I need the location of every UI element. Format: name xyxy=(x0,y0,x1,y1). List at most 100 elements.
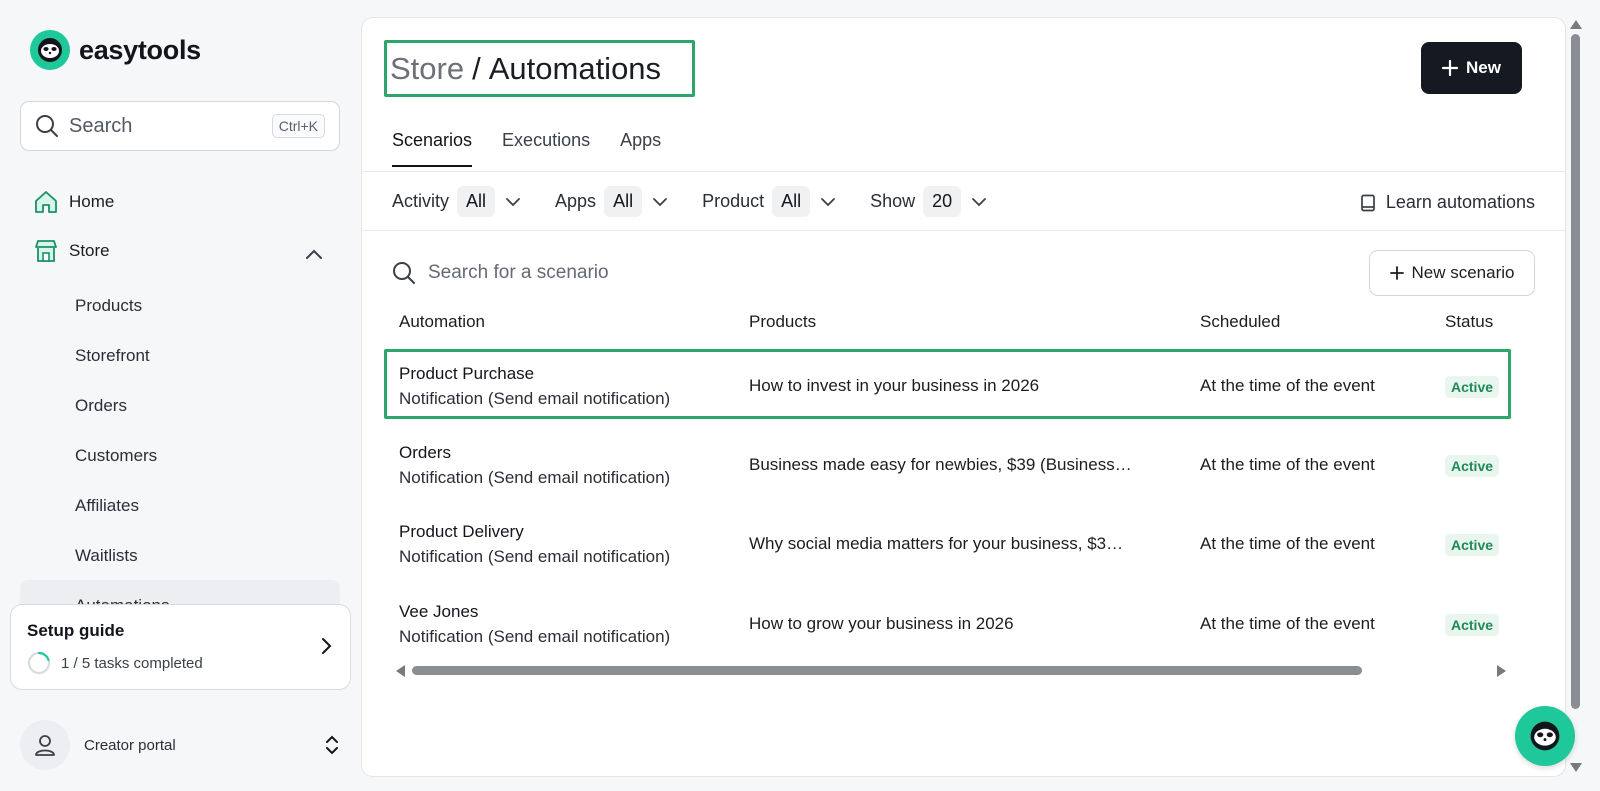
vertical-scroll-thumb[interactable] xyxy=(1571,34,1580,709)
sidebar-item-label: Store xyxy=(69,241,110,260)
tab-apps[interactable]: Apps xyxy=(620,130,661,167)
filter-apps[interactable]: Apps All xyxy=(555,186,668,217)
chat-support-button[interactable] xyxy=(1515,706,1575,766)
scroll-right-arrow-icon[interactable] xyxy=(1497,665,1506,677)
new-button-label: New xyxy=(1466,58,1501,77)
sloth-logo-icon xyxy=(30,30,70,70)
new-button[interactable]: New xyxy=(1421,42,1522,94)
product-cell: How to invest in your business in 2026 xyxy=(749,376,1040,395)
search-input[interactable]: Search Ctrl+K xyxy=(20,101,340,151)
vertical-scrollbar[interactable] xyxy=(1567,20,1585,772)
scenario-search-input[interactable]: Search for a scenario xyxy=(392,261,609,285)
automation-title: Orders xyxy=(399,443,451,462)
column-header-automation: Automation xyxy=(399,312,485,331)
setup-guide-card[interactable]: Setup guide 1 / 5 tasks completed xyxy=(10,604,351,690)
scenario-search-placeholder: Search for a scenario xyxy=(428,262,609,283)
breadcrumb-current: Automations xyxy=(488,50,662,86)
sidebar-item-store[interactable]: Store xyxy=(33,238,110,264)
filter-activity[interactable]: Activity All xyxy=(392,186,521,217)
setup-guide-title: Setup guide xyxy=(27,621,125,640)
table-row[interactable]: Product Purchase Notification (Send emai… xyxy=(384,349,1511,419)
chevron-up-icon[interactable] xyxy=(305,248,323,260)
automation-title: Vee Jones xyxy=(399,602,479,621)
filter-value: All xyxy=(772,186,811,217)
search-icon xyxy=(393,262,415,284)
sidebar-item-affiliates[interactable]: Affiliates xyxy=(75,496,139,516)
sidebar-item-orders[interactable]: Orders xyxy=(75,396,127,416)
sidebar-item-products[interactable]: Products xyxy=(75,296,142,316)
sidebar: easytools Search Ctrl+K Home Store Produ… xyxy=(0,0,355,791)
breadcrumb-store[interactable]: Store xyxy=(390,51,464,87)
table-row[interactable]: Orders Notification (Send email notifica… xyxy=(384,431,1511,501)
book-icon xyxy=(1361,194,1375,211)
scheduled-cell: At the time of the event xyxy=(1200,376,1375,395)
automation-title: Product Delivery xyxy=(399,522,524,541)
horizontal-scrollbar[interactable] xyxy=(396,664,1506,678)
sidebar-item-label: Home xyxy=(69,192,115,211)
automation-subtitle: Notification (Send email notification) xyxy=(399,627,671,646)
new-scenario-button[interactable]: New scenario xyxy=(1369,250,1535,296)
filter-label: Product xyxy=(702,191,765,211)
tab-scenarios[interactable]: Scenarios xyxy=(392,130,473,167)
status-badge: Active xyxy=(1445,614,1500,636)
user-icon xyxy=(35,735,55,756)
scheduled-cell: At the time of the event xyxy=(1200,534,1375,553)
progress-ring-icon xyxy=(27,651,51,675)
filter-label: Apps xyxy=(555,191,597,211)
home-icon xyxy=(35,191,57,213)
automation-subtitle: Notification (Send email notification) xyxy=(399,468,671,487)
chevron-down-icon xyxy=(506,197,520,206)
scheduled-cell: At the time of the event xyxy=(1200,455,1375,474)
scroll-down-arrow-icon[interactable] xyxy=(1570,763,1582,772)
scheduled-cell: At the time of the event xyxy=(1200,614,1375,633)
setup-guide-progress: 1 / 5 tasks completed xyxy=(27,651,203,675)
new-scenario-label: New scenario xyxy=(1411,263,1515,282)
chevron-up-down-icon xyxy=(326,735,338,755)
tab-executions[interactable]: Executions xyxy=(502,130,590,167)
plus-icon xyxy=(1389,266,1404,280)
sidebar-item-storefront[interactable]: Storefront xyxy=(75,346,150,366)
sidebar-item-home[interactable]: Home xyxy=(33,189,114,215)
learn-automations-label: Learn automations xyxy=(1385,192,1535,212)
sloth-chat-icon xyxy=(1530,721,1560,751)
chevron-right-icon xyxy=(322,638,332,654)
search-shortcut: Ctrl+K xyxy=(271,114,325,138)
learn-automations-link[interactable]: Learn automations xyxy=(1360,192,1535,213)
product-cell: How to grow your business in 2026 xyxy=(749,614,1014,633)
avatar xyxy=(20,720,70,770)
horizontal-scroll-thumb[interactable] xyxy=(412,666,1362,675)
brand-logo[interactable]: easytools xyxy=(30,30,201,70)
scroll-up-arrow-icon[interactable] xyxy=(1570,20,1582,29)
filter-show[interactable]: Show 20 xyxy=(870,186,987,217)
creator-portal-switcher[interactable]: Creator portal xyxy=(20,720,340,770)
chevron-down-icon xyxy=(653,197,667,206)
filter-value: All xyxy=(604,186,643,217)
main-panel: Store / Automations New Scenarios Execut… xyxy=(361,17,1566,777)
filter-product[interactable]: Product All xyxy=(702,186,836,217)
table-row[interactable]: Vee Jones Notification (Send email notif… xyxy=(384,590,1511,660)
status-badge: Active xyxy=(1445,376,1500,398)
sidebar-item-waitlists[interactable]: Waitlists xyxy=(75,546,138,566)
setup-guide-progress-text: 1 / 5 tasks completed xyxy=(61,654,203,672)
chevron-down-icon xyxy=(972,197,987,206)
column-header-status: Status xyxy=(1445,312,1494,331)
sidebar-item-customers[interactable]: Customers xyxy=(75,446,157,466)
page-title: Store / Automations xyxy=(384,40,695,97)
automation-subtitle: Notification (Send email notification) xyxy=(399,547,671,566)
creator-portal-label: Creator portal xyxy=(84,736,176,754)
product-cell: Why social media matters for your busine… xyxy=(749,534,1124,553)
search-icon xyxy=(36,115,58,137)
table-row[interactable]: Product Delivery Notification (Send emai… xyxy=(384,510,1511,580)
store-icon xyxy=(35,240,57,262)
tab-bar: Scenarios Executions Apps xyxy=(392,130,661,167)
divider xyxy=(362,171,1565,172)
filter-value: All xyxy=(457,186,496,217)
automation-title: Product Purchase xyxy=(399,364,535,383)
brand-name: easytools xyxy=(79,34,201,65)
automation-subtitle: Notification (Send email notification) xyxy=(399,389,671,408)
filter-label: Activity xyxy=(392,191,450,211)
divider xyxy=(362,230,1565,231)
scroll-left-arrow-icon[interactable] xyxy=(396,665,405,677)
status-badge: Active xyxy=(1445,534,1500,556)
filter-value: 20 xyxy=(923,186,962,217)
